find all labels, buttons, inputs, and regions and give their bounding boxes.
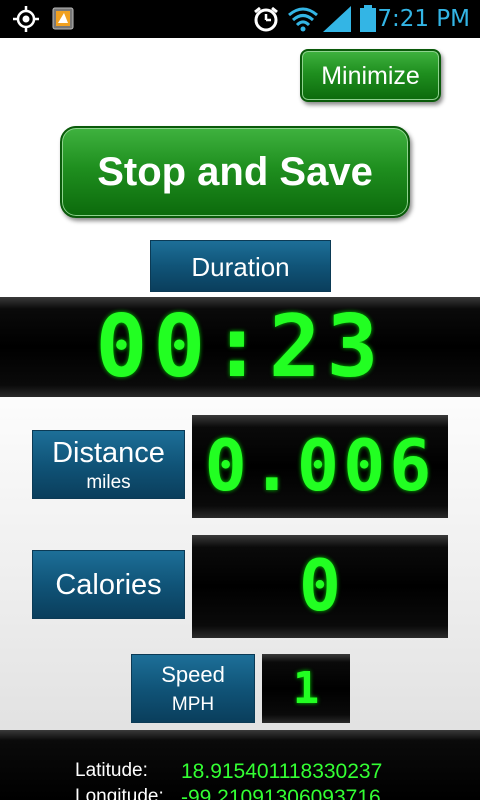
stop-and-save-button[interactable]: Stop and Save [60, 126, 410, 218]
latitude-value: 18.915401118330237 [181, 760, 383, 783]
duration-label: Duration [150, 240, 331, 292]
alarm-icon [252, 5, 280, 37]
gps-icon [12, 5, 40, 37]
longitude-value: -99.21091306093716 [181, 786, 381, 800]
wifi-icon [287, 5, 319, 37]
speed-label: Speed [161, 662, 225, 687]
distance-label: Distance [52, 437, 165, 469]
duration-value: 00:23 [95, 297, 385, 397]
calories-value: 0 [298, 545, 342, 627]
signal-icon [323, 5, 353, 37]
speed-unit: MPH [171, 694, 215, 715]
distance-unit: miles [86, 472, 131, 493]
latitude-label: Latitude: [75, 760, 148, 781]
longitude-label: Longitude: [75, 786, 164, 800]
distance-display: 0.006 [192, 415, 448, 518]
distance-value: 0.006 [204, 425, 436, 507]
location-panel: Latitude: 18.915401118330237 Longitude: … [0, 730, 480, 800]
calories-label: Calories [32, 550, 185, 619]
speed-label-box: Speed MPH [131, 654, 255, 723]
calories-display: 0 [192, 535, 448, 638]
longitude-row: Longitude: -99.21091306093716 [0, 786, 480, 800]
status-bar: 7:21 PM [0, 0, 480, 38]
latitude-row: Latitude: 18.915401118330237 [0, 760, 480, 788]
duration-display: 00:23 [0, 297, 480, 397]
battery-icon [359, 5, 377, 37]
distance-label-box: Distance miles [32, 430, 185, 499]
notification-app-icon [52, 5, 76, 35]
speed-display: 1 [262, 654, 350, 723]
speed-value: 1 [292, 663, 320, 714]
minimize-button[interactable]: Minimize [300, 49, 441, 102]
status-time: 7:21 PM [377, 6, 470, 32]
